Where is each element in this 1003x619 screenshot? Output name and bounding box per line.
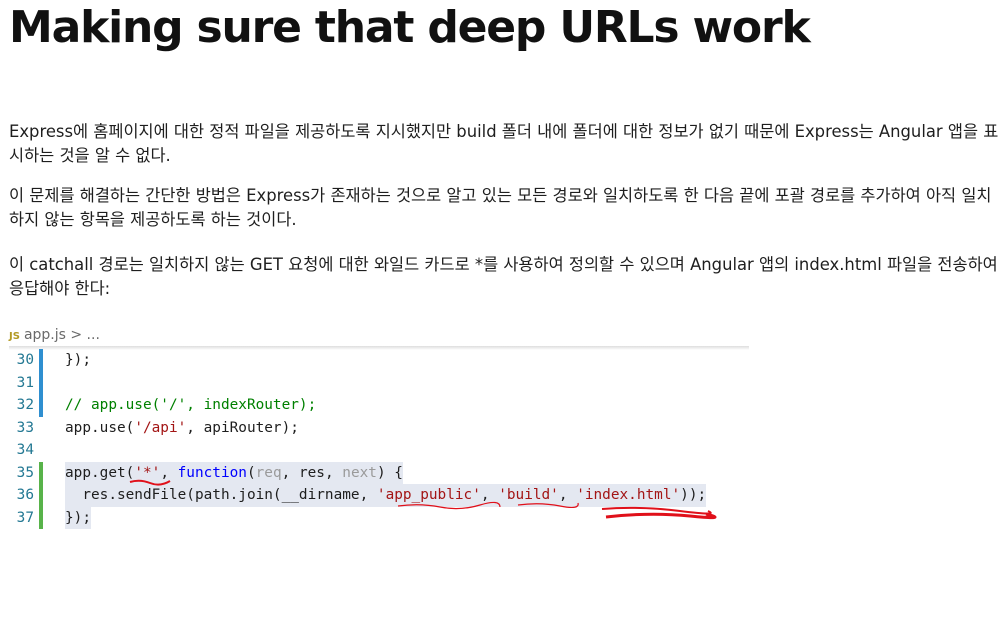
added-line-marker [39,484,43,507]
code-line-36[interactable]: 36 res.sendFile(path.join(__dirname, 'ap… [9,484,769,507]
code-text: }); [65,352,91,368]
code-line-33[interactable]: 33 app.use('/api', apiRouter); [9,417,769,440]
paragraph-catchall: 이 catchall 경로는 일치하지 않는 GET 요청에 대한 와일드 카드… [9,255,998,298]
code-line-30[interactable]: 30 }); [9,349,769,372]
page-heading: Making sure that deep URLs work [9,2,811,53]
code-comment: // app.use('/', indexRouter); [65,397,317,413]
modified-line-marker [39,394,43,417]
added-line-marker [39,461,43,484]
code-text-selected: }); [65,506,91,529]
line-number: 34 [16,442,34,458]
modified-line-marker [39,371,43,394]
code-text-selected: res.sendFile(path.join(__dirname, 'app_p… [65,484,707,507]
breadcrumb-path[interactable]: app.js > ... [24,327,100,343]
line-number: 37 [16,509,34,526]
code-editor[interactable]: 30 }); 31 32 // app.use('/', indexRouter… [9,349,769,529]
code-text-selected: app.get('*', function(req, res, next) { [65,461,403,484]
line-number: 36 [16,487,34,503]
modified-line-marker [39,349,43,372]
paragraph-solution: 이 문제를 해결하는 간단한 방법은 Express가 존재하는 것으로 알고 … [9,186,992,229]
code-line-35[interactable]: 35 app.get('*', function(req, res, next)… [9,461,769,484]
javascript-file-icon: JS [9,331,20,342]
code-line-37[interactable]: 37 }); [9,506,769,529]
code-line-32[interactable]: 32 // app.use('/', indexRouter); [9,394,769,417]
paragraph-intro: Express에 홈페이지에 대한 정적 파일을 제공하도록 지시했지만 bui… [9,122,999,165]
added-line-marker [39,506,43,529]
line-number: 31 [16,374,34,391]
line-number: 32 [16,397,34,413]
code-line-31[interactable]: 31 [9,371,769,394]
code-line-34[interactable]: 34 [9,439,769,462]
line-number: 33 [16,419,34,436]
code-text: app.use('/api', apiRouter); [65,419,299,436]
editor-breadcrumb[interactable]: JS app.js > ... [9,327,100,343]
line-number: 30 [16,352,34,368]
line-number: 35 [16,464,34,481]
